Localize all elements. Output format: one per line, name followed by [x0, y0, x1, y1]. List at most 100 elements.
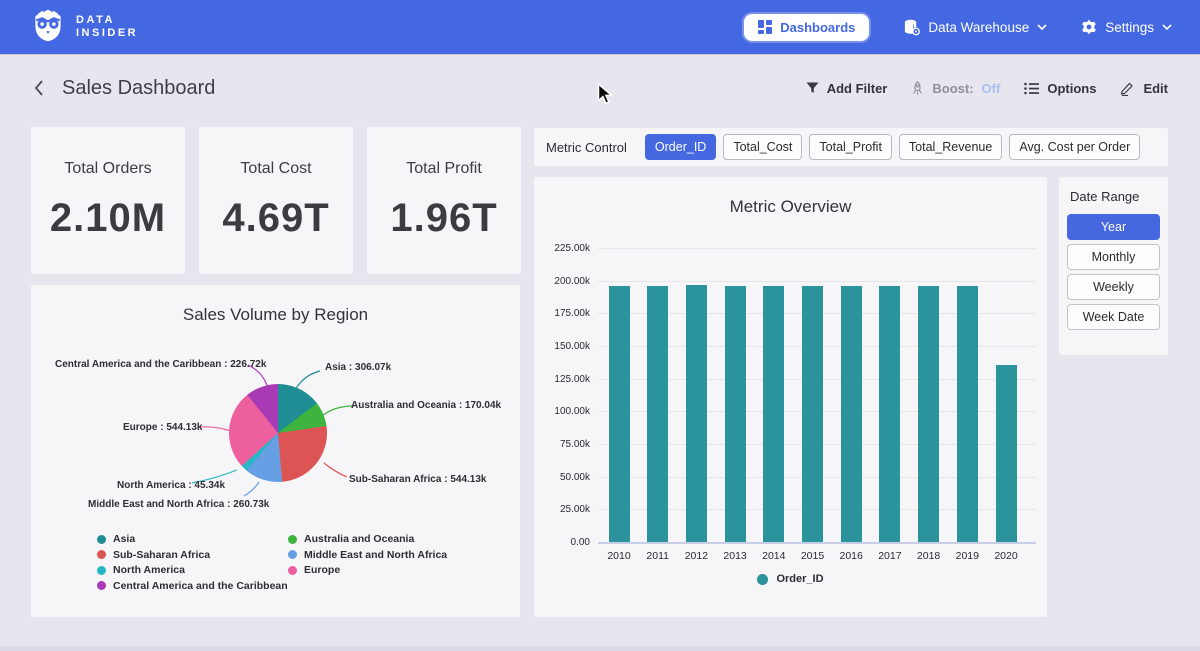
bar-2014[interactable] — [763, 286, 784, 542]
legend-dot-australia-and-oceania — [288, 535, 297, 544]
metric-option-total-revenue[interactable]: Total_Revenue — [899, 134, 1002, 160]
x-axis-tick: 2017 — [870, 550, 910, 562]
boost-toggle[interactable]: Boost: Off — [911, 81, 1000, 96]
pie-legend-item-north-america: North America — [97, 564, 185, 576]
gear-icon — [1081, 19, 1097, 35]
top-navbar: DATA INSIDER Dashboards — [0, 0, 1200, 55]
pie-chart[interactable] — [229, 384, 327, 482]
legend-label: Europe — [304, 564, 340, 576]
date-range-option-monthly[interactable]: Monthly — [1067, 244, 1160, 270]
x-axis-tick: 2013 — [715, 550, 755, 562]
y-axis-tick: 200.00k — [534, 276, 590, 287]
chevron-down-icon — [1037, 24, 1047, 30]
pie-label-sub-saharan-africa: Sub-Saharan Africa : 544.13k — [349, 474, 486, 485]
y-axis-tick: 50.00k — [534, 472, 590, 483]
edit-button[interactable]: Edit — [1120, 81, 1168, 96]
gridline — [598, 281, 1036, 282]
kpi-value: 2.10M — [50, 196, 166, 241]
filter-funnel-icon — [806, 82, 819, 95]
bar-2013[interactable] — [725, 286, 746, 542]
dashboards-grid-icon — [758, 20, 772, 34]
kpi-card-total-cost: Total Cost 4.69T — [199, 127, 353, 274]
bar-2017[interactable] — [879, 286, 900, 542]
sales-volume-card: Sales Volume by Region Asia : 306.07kAus… — [31, 285, 520, 617]
options-label: Options — [1047, 81, 1096, 96]
y-axis-tick: 175.00k — [534, 308, 590, 319]
settings-label: Settings — [1105, 20, 1154, 35]
bar-2018[interactable] — [918, 286, 939, 542]
kpi-label: Total Profit — [406, 160, 482, 178]
legend-label-order-id: Order_ID — [776, 573, 823, 585]
pie-label-europe: Europe : 544.13k — [123, 422, 202, 433]
legend-dot-europe — [288, 566, 297, 575]
x-axis-tick: 2020 — [986, 550, 1026, 562]
pie-legend-item-australia-and-oceania: Australia and Oceania — [288, 533, 414, 545]
bar-2011[interactable] — [647, 286, 668, 542]
edit-label: Edit — [1143, 81, 1168, 96]
metric-option-total-profit[interactable]: Total_Profit — [809, 134, 892, 160]
brand-logo[interactable]: DATA INSIDER — [30, 7, 138, 48]
metric-option-avg-cost-per-order[interactable]: Avg. Cost per Order — [1009, 134, 1140, 160]
pie-label-central-america-and-the-caribbean: Central America and the Caribbean : 226.… — [55, 359, 266, 370]
data-warehouse-menu[interactable]: Data Warehouse — [903, 19, 1047, 36]
back-button[interactable] — [32, 79, 46, 97]
date-range-option-weekly[interactable]: Weekly — [1067, 274, 1160, 300]
page-title: Sales Dashboard — [62, 77, 215, 100]
y-axis-tick: 125.00k — [534, 374, 590, 385]
bar-2010[interactable] — [609, 286, 630, 542]
legend-label: Asia — [113, 533, 135, 545]
bar-2012[interactable] — [686, 285, 707, 542]
bar-chart-legend: Order_ID — [534, 573, 1047, 585]
x-axis-tick: 2019 — [947, 550, 987, 562]
metric-option-order-id[interactable]: Order_ID — [645, 134, 716, 160]
dashboards-button[interactable]: Dashboards — [744, 14, 869, 41]
legend-dot-asia — [97, 535, 106, 544]
pie-label-north-america: North America : 45.34k — [117, 480, 225, 491]
brand-line-1: DATA — [76, 14, 138, 27]
x-axis-tick: 2015 — [793, 550, 833, 562]
metric-option-total-cost[interactable]: Total_Cost — [723, 134, 802, 160]
x-axis-tick: 2018 — [909, 550, 949, 562]
pie-legend-item-central-america-and-the-caribbean: Central America and the Caribbean — [97, 580, 288, 592]
bottom-strip — [0, 646, 1200, 651]
legend-label: Central America and the Caribbean — [113, 580, 288, 592]
add-filter-button[interactable]: Add Filter — [806, 81, 888, 96]
chevron-left-icon — [32, 79, 46, 97]
legend-label: Sub-Saharan Africa — [113, 549, 210, 561]
kpi-card-total-orders: Total Orders 2.10M — [31, 127, 185, 274]
pencil-icon — [1120, 81, 1135, 96]
bar-chart-title: Metric Overview — [534, 197, 1047, 217]
pie-label-australia-and-oceania: Australia and Oceania : 170.04k — [351, 400, 501, 411]
data-warehouse-label: Data Warehouse — [928, 20, 1029, 35]
pie-label-middle-east-and-north-africa: Middle East and North Africa : 260.73k — [88, 499, 269, 510]
bar-2016[interactable] — [841, 286, 862, 542]
settings-menu[interactable]: Settings — [1081, 19, 1172, 35]
options-button[interactable]: Options — [1024, 81, 1096, 96]
page-header: Sales Dashboard Add Filter Boost: Off — [0, 56, 1200, 120]
gridline — [598, 248, 1036, 249]
pie-legend-item-asia: Asia — [97, 533, 135, 545]
date-range-option-year[interactable]: Year — [1067, 214, 1160, 240]
date-range-label: Date Range — [1070, 189, 1160, 204]
x-axis-tick: 2016 — [831, 550, 871, 562]
kpi-label: Total Orders — [64, 160, 151, 178]
legend-dot-central-america-and-the-caribbean — [97, 581, 106, 590]
database-icon — [903, 19, 920, 36]
y-axis-tick: 0.00 — [534, 537, 590, 548]
metric-overview-card: Metric Overview 225.00k200.00k175.00k150… — [534, 177, 1047, 617]
boost-label: Boost: — [932, 81, 973, 96]
y-axis-tick: 25.00k — [534, 504, 590, 515]
legend-label: Middle East and North Africa — [304, 549, 447, 561]
pie-legend-item-europe: Europe — [288, 564, 340, 576]
date-range-option-week-date[interactable]: Week Date — [1067, 304, 1160, 330]
bar-2015[interactable] — [802, 286, 823, 542]
legend-dot-order-id — [757, 574, 768, 585]
bar-2019[interactable] — [957, 286, 978, 542]
metric-control-label: Metric Control — [546, 140, 627, 155]
kpi-value: 1.96T — [390, 196, 497, 241]
x-axis-tick: 2011 — [638, 550, 678, 562]
legend-label: North America — [113, 564, 185, 576]
add-filter-label: Add Filter — [827, 81, 888, 96]
bar-2020[interactable] — [996, 365, 1017, 542]
owl-logo-icon — [30, 7, 66, 48]
